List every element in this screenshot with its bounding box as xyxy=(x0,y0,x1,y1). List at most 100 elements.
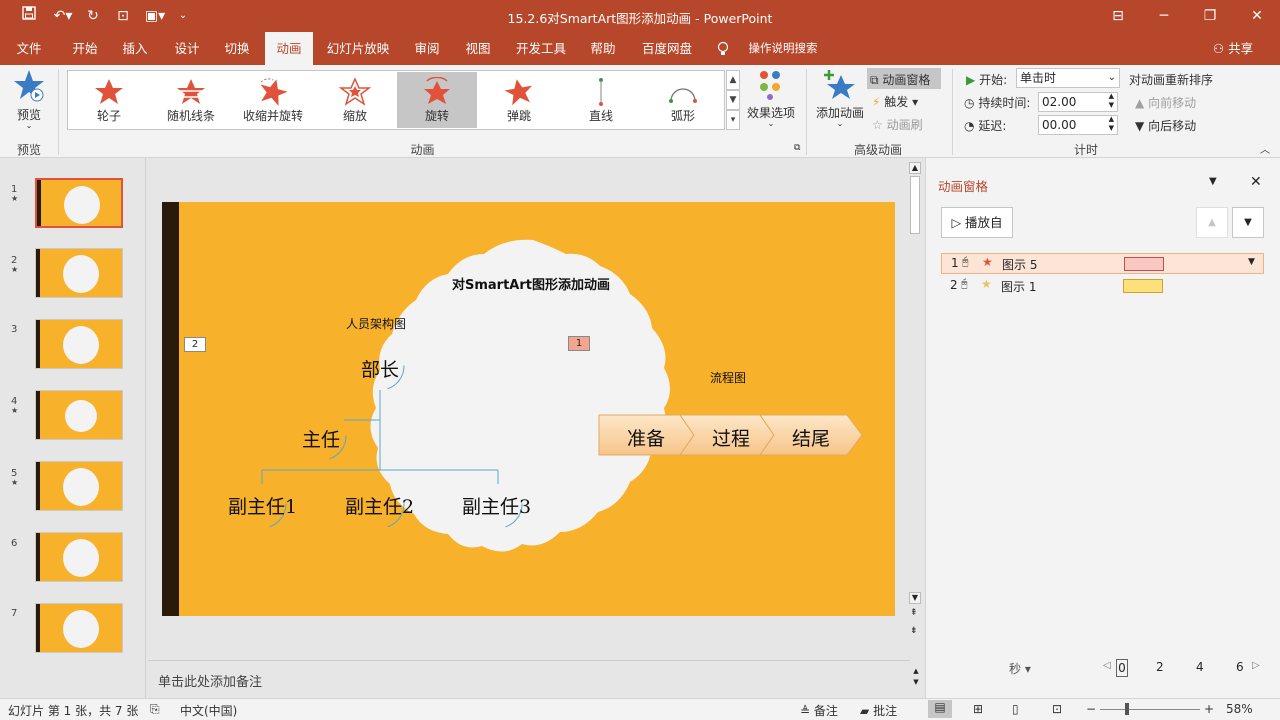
slide-counter[interactable]: 幻灯片 第 1 张，共 7 张 xyxy=(8,702,138,719)
collapse-ribbon-icon[interactable]: ︿ xyxy=(1260,141,1270,156)
zoom-level[interactable]: 58% xyxy=(1226,702,1253,716)
animation-random-bars[interactable]: 随机线条 xyxy=(151,72,231,128)
normal-view-icon[interactable]: ▤ xyxy=(928,700,952,718)
animation-lines[interactable]: 直线 xyxy=(561,72,641,128)
duration-field[interactable]: 02.00 ▲ ▼ xyxy=(1038,92,1118,112)
flow-step-prepare[interactable]: 准备 xyxy=(627,424,665,451)
slide-thumbnail-3[interactable] xyxy=(35,319,123,369)
animation-item-1[interactable]: 1 🖰 ★ 图示 5 ▼ xyxy=(941,253,1264,274)
zoom-out-icon[interactable]: − xyxy=(1086,702,1096,716)
animation-tag-1[interactable]: 1 xyxy=(568,336,590,351)
org-node-mid[interactable]: 主任 xyxy=(302,425,340,452)
spinner-icon[interactable]: ▲ ▼ xyxy=(1109,115,1114,133)
slide-sorter-icon[interactable]: ⊞ xyxy=(973,702,983,716)
tab-home[interactable]: 开始 xyxy=(60,32,110,65)
org-node-sub-1[interactable]: 副主任1 xyxy=(228,492,297,519)
slide-thumbnail-1[interactable] xyxy=(35,178,123,228)
vertical-scrollbar[interactable]: ▲ ▼ ⇞ xyxy=(908,158,922,618)
ribbon-display-icon[interactable]: ⊟ xyxy=(1104,4,1132,28)
slideshow-view-icon[interactable]: ⊡ xyxy=(1052,702,1062,716)
animation-spin[interactable]: 旋转 xyxy=(397,72,477,128)
tab-help[interactable]: 帮助 xyxy=(580,32,626,65)
minimize-icon[interactable]: ─ xyxy=(1150,4,1178,28)
flow-step-process[interactable]: 过程 xyxy=(712,424,750,451)
zoom-in-icon[interactable]: + xyxy=(1204,702,1214,716)
slide-thumbnail-6[interactable] xyxy=(35,532,123,582)
org-node-top[interactable]: 部长 xyxy=(361,355,399,382)
notes-toggle[interactable]: ≜ 备注 xyxy=(800,702,838,719)
spinner-icon[interactable]: ▲ ▼ xyxy=(1109,92,1114,110)
effect-options-button[interactable]: 效果选项 ⌄ xyxy=(745,69,797,135)
flow-step-end[interactable]: 结尾 xyxy=(792,424,830,451)
slide-thumbnail-7[interactable] xyxy=(35,603,123,653)
gallery-more-icon[interactable]: ▾ xyxy=(726,110,740,130)
animation-shrink-turn[interactable]: 收缩并旋转 xyxy=(233,72,313,128)
play-from-button[interactable]: ▷ 播放自 xyxy=(941,207,1013,238)
dialog-launcher-icon[interactable]: ⧉ xyxy=(794,143,800,153)
animation-tag-2[interactable]: 2 xyxy=(184,337,206,352)
org-node-sub-3[interactable]: 副主任3 xyxy=(462,492,531,519)
scroll-thumb[interactable] xyxy=(910,176,920,234)
flow-chart-title[interactable]: 流程图 xyxy=(710,369,746,386)
tell-me-search[interactable]: 操作说明搜索 xyxy=(744,32,822,65)
animation-painter-button[interactable]: ☆ 动画刷 xyxy=(872,116,923,133)
restore-icon[interactable]: ❐ xyxy=(1196,4,1224,28)
notes-scroll-icon[interactable]: ▲ ▼ xyxy=(910,666,922,692)
seconds-dropdown[interactable]: 秒 ▾ xyxy=(1009,660,1031,677)
pane-close-icon[interactable]: ✕ xyxy=(1250,174,1262,190)
tab-baidu[interactable]: 百度网盘 xyxy=(636,32,698,65)
scroll-down-icon[interactable]: ▼ xyxy=(909,592,921,604)
slide-thumbnail-4[interactable] xyxy=(35,390,123,440)
animation-item-2[interactable]: 2 🖰 ★ 图示 1 xyxy=(941,276,1264,297)
zoom-slider-track[interactable] xyxy=(1100,709,1200,710)
notes-area[interactable]: 单击此处添加备注 ▲ ▼ xyxy=(148,664,919,694)
language-indicator[interactable]: 中文(中国) xyxy=(180,702,237,719)
zoom-slider-thumb[interactable] xyxy=(1125,703,1129,715)
move-later-button[interactable]: ▼ 向后移动 xyxy=(1135,117,1196,134)
timeline-bar[interactable] xyxy=(1123,279,1163,293)
tab-review[interactable]: 审阅 xyxy=(404,32,450,65)
previous-slide-icon[interactable]: ⇞ xyxy=(910,608,918,618)
comments-toggle[interactable]: ▰ 批注 xyxy=(860,702,897,719)
tab-slideshow[interactable]: 幻灯片放映 xyxy=(322,32,394,65)
animation-pane-button[interactable]: ⧉ 动画窗格 xyxy=(867,68,941,89)
scroll-up-icon[interactable]: ▲ xyxy=(909,162,921,174)
org-node-sub-2[interactable]: 副主任2 xyxy=(345,492,414,519)
move-down-icon[interactable]: ▼ xyxy=(1232,207,1264,238)
share-button[interactable]: ⚇ 共享 xyxy=(1208,32,1258,65)
animation-wheel[interactable]: 轮子 xyxy=(69,72,149,128)
lightbulb-icon[interactable] xyxy=(716,32,730,65)
animation-zoom[interactable]: 缩放 xyxy=(315,72,395,128)
move-earlier-button[interactable]: ▲ 向前移动 xyxy=(1135,94,1196,111)
close-icon[interactable]: ✕ xyxy=(1243,4,1271,28)
animation-arcs[interactable]: 弧形 xyxy=(643,72,723,128)
delay-field[interactable]: 00.00 ▲ ▼ xyxy=(1038,115,1118,135)
add-animation-button[interactable]: 添加动画 ⌄ xyxy=(813,69,867,135)
slide-thumbnail-2[interactable] xyxy=(35,248,123,298)
reading-view-icon[interactable]: ▯ xyxy=(1012,702,1019,716)
preview-button[interactable]: 预览 ⌄ xyxy=(10,69,48,131)
timeline-right-icon[interactable]: ▷ xyxy=(1252,660,1260,671)
spell-check-icon[interactable]: ⎘ xyxy=(150,702,160,717)
org-chart-title[interactable]: 人员架构图 xyxy=(346,315,406,332)
timeline-left-icon[interactable]: ◁ xyxy=(1103,660,1111,671)
tab-developer[interactable]: 开发工具 xyxy=(510,32,572,65)
start-dropdown[interactable]: 单击时 ⌄ xyxy=(1016,68,1120,88)
next-slide-icon[interactable]: ⇟ xyxy=(910,626,918,636)
trigger-button[interactable]: ⚡ 触发 ▾ xyxy=(872,93,918,110)
slide-title[interactable]: 对SmartArt图形添加动画 xyxy=(452,274,610,293)
move-up-icon[interactable]: ▲ xyxy=(1196,207,1228,238)
tab-insert[interactable]: 插入 xyxy=(112,32,158,65)
animation-bounce[interactable]: 弹跳 xyxy=(479,72,559,128)
gallery-down-icon[interactable]: ▼ xyxy=(726,90,740,110)
tab-design[interactable]: 设计 xyxy=(164,32,210,65)
tab-view[interactable]: 视图 xyxy=(455,32,501,65)
tab-file[interactable]: 文件 xyxy=(6,32,52,65)
slide-canvas[interactable]: 对SmartArt图形添加动画 人员架构图 部长 主任 副主任1 副主任2 副主… xyxy=(162,202,895,616)
pane-options-icon[interactable]: ▼ xyxy=(1209,176,1217,187)
tab-animations[interactable]: 动画 xyxy=(265,32,313,65)
tab-transitions[interactable]: 切换 xyxy=(214,32,260,65)
slide-thumbnail-5[interactable] xyxy=(35,461,123,511)
gallery-up-icon[interactable]: ▲ xyxy=(726,70,740,90)
timeline-bar[interactable] xyxy=(1124,257,1164,271)
